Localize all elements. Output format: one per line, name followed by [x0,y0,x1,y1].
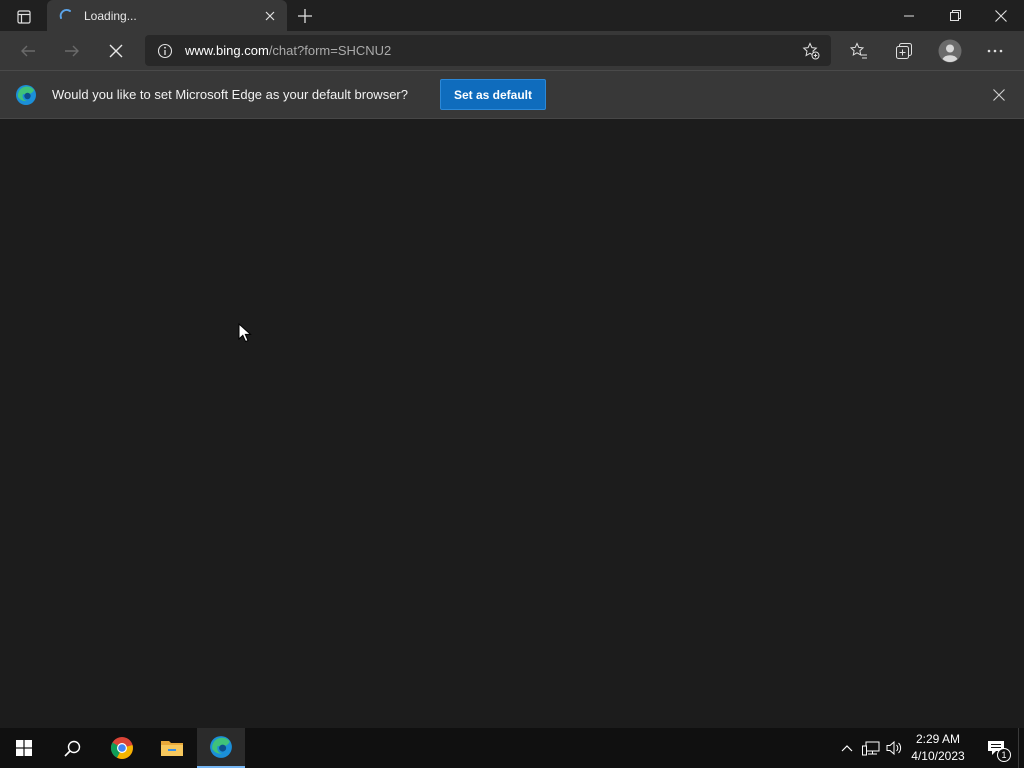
profile-avatar-icon [938,39,962,63]
close-icon [993,89,1005,101]
start-button[interactable] [0,728,48,768]
site-info-button[interactable] [145,35,185,66]
action-center-button[interactable]: 1 [980,728,1012,768]
site-info-icon [157,43,173,58]
profile-button[interactable] [934,35,966,67]
forward-arrow-icon [65,45,79,57]
tab-active[interactable]: Loading... [47,0,287,31]
favorites-button[interactable] [843,35,875,67]
notification-count-badge: 1 [997,748,1011,762]
volume-tray-button[interactable] [884,728,906,768]
tab-close-button[interactable] [257,3,283,29]
mouse-cursor-icon [238,323,252,343]
taskbar-file-explorer[interactable] [148,728,196,768]
page-content[interactable] [0,120,1024,728]
clock-time: 2:29 AM [915,732,961,746]
chrome-icon [110,737,133,759]
minimize-button[interactable] [886,0,932,31]
window-close-button[interactable] [978,0,1024,31]
back-arrow-icon [21,45,35,57]
windows-taskbar: 2:29 AM 4/10/2023 1 [0,728,1024,768]
windows-start-icon [16,740,32,756]
tab-actions-button[interactable] [9,6,39,28]
clock-date: 4/10/2023 [911,749,965,763]
infobar-message: Would you like to set Microsoft Edge as … [52,87,408,102]
tab-actions-icon [17,10,31,24]
collections-icon [896,43,912,59]
address-url: www.bing.com/chat?form=SHCNU2 [185,43,391,58]
file-explorer-icon [161,741,183,756]
stop-loading-button[interactable] [100,35,132,67]
edge-icon [210,736,232,758]
collections-button[interactable] [888,35,920,67]
show-hidden-icons-button[interactable] [838,728,856,768]
volume-icon [886,740,902,756]
taskbar-search-button[interactable] [48,728,96,768]
default-browser-infobar: Would you like to set Microsoft Edge as … [0,70,1024,119]
new-tab-button[interactable] [292,3,318,29]
taskbar-edge[interactable] [197,728,245,768]
search-icon [63,740,80,757]
close-icon [995,9,1007,22]
back-button[interactable] [12,35,44,67]
plus-icon [298,9,312,23]
url-host: www.bing.com [185,43,269,58]
infobar-close-button[interactable] [988,84,1010,106]
more-menu-icon [987,49,1003,53]
add-favorite-button[interactable] [797,37,825,65]
taskbar-chrome[interactable] [98,728,146,768]
tab-strip: Loading... [0,0,1024,31]
network-tray-button[interactable] [860,728,882,768]
edge-logo-icon [16,85,36,105]
set-as-default-button[interactable]: Set as default [440,79,546,110]
stop-loading-icon [109,44,123,58]
tab-title: Loading... [84,8,137,23]
taskbar-clock[interactable]: 2:29 AM 4/10/2023 [905,730,971,766]
loading-spinner-icon [59,8,71,19]
minimize-icon [904,15,914,16]
restore-button[interactable] [932,0,978,31]
settings-more-button[interactable] [979,35,1011,67]
restore-icon [949,10,961,21]
url-path: /chat?form=SHCNU2 [268,43,392,58]
show-desktop-button[interactable] [1018,728,1024,768]
forward-button[interactable] [56,35,88,67]
network-icon [862,741,880,756]
favorites-icon [850,42,867,59]
edge-browser-window: Loading... www.bing.com/chat?form=SHCNU2… [0,0,1024,768]
close-icon [265,11,275,20]
chevron-up-icon [841,745,853,752]
address-bar[interactable]: www.bing.com/chat?form=SHCNU2 [145,35,831,66]
browser-toolbar: www.bing.com/chat?form=SHCNU2 [0,31,1024,70]
add-favorite-icon [802,42,820,60]
